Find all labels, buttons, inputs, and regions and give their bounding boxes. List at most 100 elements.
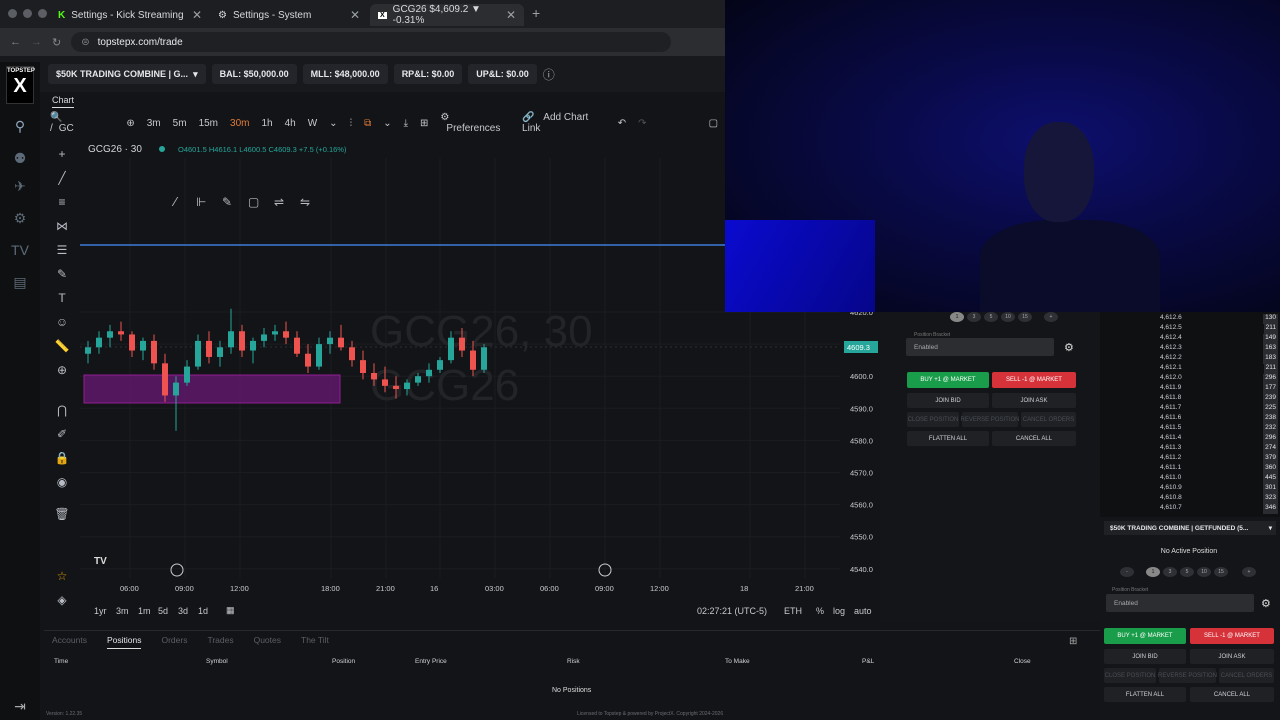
col-entry-price[interactable]: Entry Price — [415, 658, 447, 665]
dom-row[interactable]: 4,611.0 445 — [1160, 474, 1278, 484]
dom-row[interactable]: 4,612.4 149 — [1160, 334, 1278, 344]
account-selector-right[interactable]: $50K TRADING COMBINE | GETFUNDED (5... ▾ — [1104, 521, 1276, 535]
bracket-select[interactable]: Enabled — [1106, 594, 1254, 612]
gear-icon[interactable]: ⚙ — [1064, 341, 1074, 354]
tab-accounts[interactable]: Accounts — [52, 635, 87, 649]
candles-icon[interactable]: ⧉ — [358, 118, 377, 129]
dom-row[interactable]: 4,612.2 183 — [1160, 354, 1278, 364]
tab-quotes[interactable]: Quotes — [254, 635, 281, 649]
col-time[interactable]: Time — [54, 658, 68, 665]
brush-icon[interactable]: ✎ — [54, 266, 70, 282]
dom-row[interactable]: 4,612.1 211 — [1160, 364, 1278, 374]
dom-row[interactable]: 4,611.4 296 — [1160, 434, 1278, 444]
qty-15[interactable]: 15 — [1214, 567, 1228, 577]
add-chart-link-button[interactable]: 🔗 Add Chart Link — [516, 112, 612, 134]
tab-orders[interactable]: Orders — [161, 635, 187, 649]
floating-draw-toolbar[interactable]: ⁄ ⊩ ✎ ▢ ⇌ ⇋ — [171, 195, 310, 209]
text-icon[interactable]: T — [54, 290, 70, 306]
dom-row[interactable]: 4,611.1 360 — [1160, 464, 1278, 474]
highlight-box[interactable] — [83, 374, 341, 404]
tab-positions[interactable]: Positions — [106, 635, 142, 649]
cancel-orders-button[interactable]: CANCEL ORDERS — [1219, 668, 1274, 683]
bracket-select[interactable]: Enabled — [906, 338, 1054, 356]
col-to-make[interactable]: To Make — [725, 658, 750, 665]
lock-icon[interactable]: 🔒 — [54, 450, 70, 466]
dom-row[interactable]: 4,610.9 301 — [1160, 484, 1278, 494]
trash-icon[interactable]: 🗑 — [54, 506, 70, 522]
settings-tool-icon[interactable]: ⇋ — [300, 195, 310, 209]
cancel-all-button[interactable]: CANCEL ALL — [992, 431, 1076, 446]
fullscreen-icon[interactable]: ▢ — [703, 118, 724, 129]
star-icon[interactable]: ☆ — [54, 568, 70, 584]
join-ask-button[interactable]: JOIN ASK — [992, 393, 1076, 408]
layout-icon[interactable]: ⊞ — [414, 118, 434, 129]
fib-tool-icon[interactable]: ⊩ — [196, 195, 206, 209]
redo-icon[interactable]: ↷ — [632, 118, 652, 129]
tab-gcg26[interactable]: X GCG26 $4,609.2 ▼ -0.31% ✕ — [370, 4, 524, 26]
hline-icon[interactable]: ≡ — [54, 194, 70, 210]
qty-1[interactable]: 1 — [1146, 567, 1160, 577]
crosshair-icon[interactable]: + — [54, 146, 70, 162]
gear-icon[interactable]: ⚙ — [1261, 597, 1271, 610]
dom-row[interactable]: 4,611.2 379 — [1160, 454, 1278, 464]
range-1yr[interactable]: 1yr — [94, 606, 107, 616]
qty-10[interactable]: 10 — [1001, 312, 1015, 322]
tab-trades[interactable]: Trades — [207, 635, 233, 649]
pencil-lock-icon[interactable]: ✐ — [54, 426, 70, 442]
col-close[interactable]: Close — [1014, 658, 1031, 665]
tv-icon[interactable]: TV — [10, 242, 30, 262]
col-position[interactable]: Position — [332, 658, 355, 665]
channel-tool-icon[interactable]: ⇌ — [274, 195, 284, 209]
range-1m[interactable]: 1m — [138, 606, 151, 616]
qty-1[interactable]: 1 — [950, 312, 964, 322]
col-pnl[interactable]: P&L — [862, 658, 874, 665]
dom-row[interactable]: 4,612.3 163 — [1160, 344, 1278, 354]
dom-row[interactable]: 4,610.7 346 — [1160, 504, 1278, 514]
qty-minus-button[interactable]: - — [1120, 567, 1134, 577]
join-ask-button[interactable]: JOIN ASK — [1190, 649, 1274, 664]
interval-3m[interactable]: 3m — [141, 118, 167, 129]
chevron-down-icon[interactable]: ⌄ — [377, 118, 397, 129]
add-panel-icon[interactable]: ⊞ — [1069, 636, 1077, 647]
layers-icon[interactable]: ◈ — [54, 592, 70, 608]
buy-market-button[interactable]: BUY +1 @ MARKET — [1104, 628, 1186, 644]
join-bid-button[interactable]: JOIN BID — [1104, 649, 1186, 664]
close-position-button[interactable]: CLOSE POSITION — [907, 412, 959, 427]
preferences-button[interactable]: ⚙ Preferences — [434, 112, 516, 134]
join-bid-button[interactable]: JOIN BID — [907, 393, 989, 408]
brush-tool-icon[interactable]: ✎ — [222, 195, 232, 209]
add-symbol-icon[interactable]: ⊕ — [96, 118, 140, 129]
interval-w[interactable]: W — [302, 118, 323, 129]
cancel-orders-button[interactable]: CANCEL ORDERS — [1021, 412, 1076, 427]
range-3m[interactable]: 3m — [116, 606, 129, 616]
chevron-down-icon[interactable]: ⌄ — [323, 118, 343, 129]
sell-market-button[interactable]: SELL -1 @ MARKET — [1190, 628, 1274, 644]
col-risk[interactable]: Risk — [567, 658, 580, 665]
range-1d[interactable]: 1d — [198, 606, 208, 616]
tab-kick[interactable]: K Settings - Kick Streaming ✕ — [50, 4, 210, 26]
site-info-icon[interactable]: ⊜ — [81, 37, 89, 48]
flatten-all-button[interactable]: FLATTEN ALL — [907, 431, 989, 446]
window-controls[interactable] — [8, 9, 47, 18]
forward-icon[interactable]: → — [31, 36, 42, 48]
col-symbol[interactable]: Symbol — [206, 658, 228, 665]
qty-5[interactable]: 5 — [984, 312, 998, 322]
magnet-icon[interactable]: ⋂ — [54, 402, 70, 418]
flatten-all-button[interactable]: FLATTEN ALL — [1104, 687, 1186, 702]
reload-icon[interactable]: ↻ — [52, 36, 61, 49]
dom-row[interactable]: 4,611.5 232 — [1160, 424, 1278, 434]
close-icon[interactable]: ✕ — [506, 8, 516, 22]
info-icon[interactable]: ⓘ — [543, 66, 555, 83]
interval-30m[interactable]: 30m — [224, 118, 255, 129]
dom-row[interactable]: 4,610.8 323 — [1160, 494, 1278, 504]
notes-icon[interactable]: ▤ — [10, 274, 30, 294]
qty-3[interactable]: 3 — [1163, 567, 1177, 577]
dom-row[interactable]: 4,612.5 211 — [1160, 324, 1278, 334]
dom-row[interactable]: 4,611.3 274 — [1160, 444, 1278, 454]
calendar-icon[interactable]: ▦ — [226, 605, 235, 616]
back-icon[interactable]: ← — [10, 36, 21, 48]
session-toggle[interactable]: ETH — [784, 606, 802, 616]
dom-row[interactable]: 4,611.8 239 — [1160, 394, 1278, 404]
ruler-icon[interactable]: 📏 — [54, 338, 70, 354]
close-position-button[interactable]: CLOSE POSITION — [1104, 668, 1156, 683]
